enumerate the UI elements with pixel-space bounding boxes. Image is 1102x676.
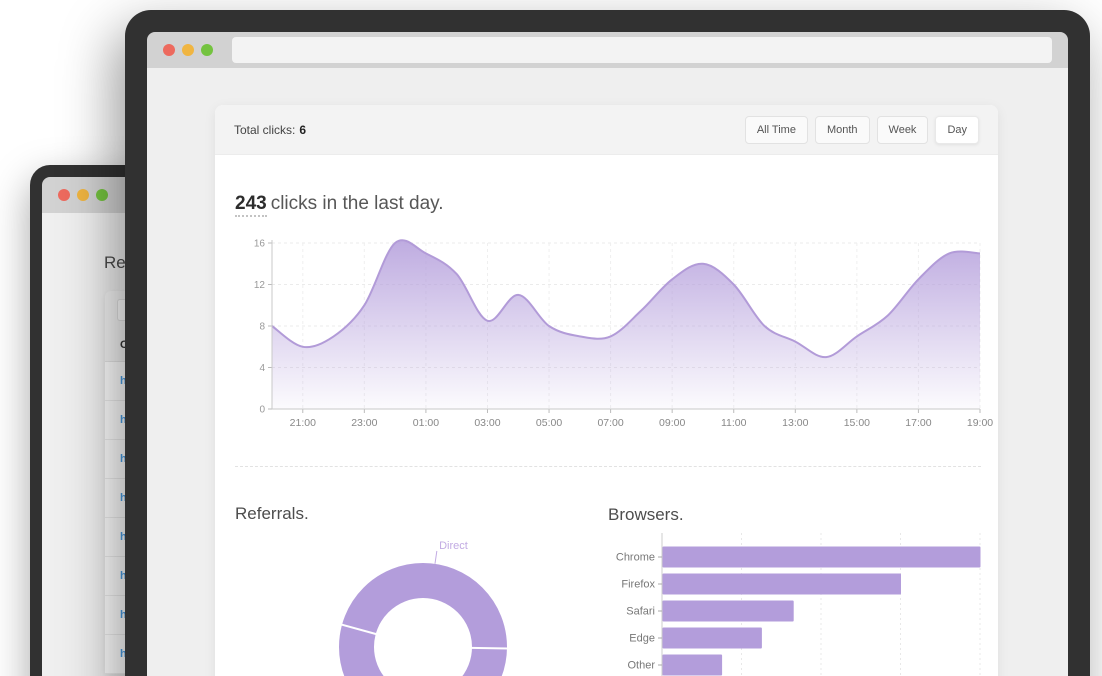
minimize-button[interactable] xyxy=(77,189,89,201)
browsers-bar-chart: Chrome Firefox Safari Edge Other xyxy=(598,517,998,676)
svg-text:Other: Other xyxy=(627,660,655,672)
total-clicks-value: 6 xyxy=(299,123,306,137)
svg-text:4: 4 xyxy=(259,363,265,374)
total-clicks-label: Total clicks: xyxy=(234,123,295,137)
svg-text:11:00: 11:00 xyxy=(721,417,747,429)
headline: 243clicks in the last day. xyxy=(235,193,444,215)
close-button[interactable] xyxy=(163,44,175,56)
headline-text: clicks in the last day. xyxy=(271,193,444,214)
front-titlebar xyxy=(147,32,1068,68)
svg-text:07:00: 07:00 xyxy=(597,417,623,429)
filter-button-all-time[interactable]: All Time xyxy=(745,116,808,144)
svg-text:13:00: 13:00 xyxy=(782,417,808,429)
bar-edge xyxy=(663,628,762,649)
bar-chrome xyxy=(663,547,981,568)
total-clicks: Total clicks: 6 xyxy=(234,123,306,137)
stats-card-header: Total clicks: 6 All TimeMonthWeekDay xyxy=(215,105,998,155)
svg-text:17:00: 17:00 xyxy=(905,417,931,429)
donut-ring xyxy=(357,581,490,676)
svg-text:21:00: 21:00 xyxy=(290,417,316,429)
bar-other xyxy=(663,655,723,676)
maximize-button[interactable] xyxy=(96,189,108,201)
svg-text:15:00: 15:00 xyxy=(844,417,870,429)
svg-text:12: 12 xyxy=(254,280,266,291)
close-button[interactable] xyxy=(58,189,70,201)
svg-text:Chrome: Chrome xyxy=(616,552,655,564)
svg-text:19:00: 19:00 xyxy=(967,417,993,429)
svg-text:03:00: 03:00 xyxy=(474,417,500,429)
filter-button-month[interactable]: Month xyxy=(815,116,870,144)
bar-firefox xyxy=(663,574,902,595)
donut-label-direct: Direct xyxy=(439,540,468,552)
svg-text:0: 0 xyxy=(259,405,265,416)
headline-number: 243 xyxy=(235,193,267,217)
filter-button-day[interactable]: Day xyxy=(935,116,979,144)
maximize-button[interactable] xyxy=(201,44,213,56)
svg-text:09:00: 09:00 xyxy=(659,417,685,429)
referrals-donut-chart: Direct xyxy=(315,528,535,676)
url-bar[interactable] xyxy=(232,37,1052,63)
front-browser-window: Total clicks: 6 All TimeMonthWeekDay 243c… xyxy=(125,10,1090,676)
clicks-area-chart: 0 4 8 12 16 21:00 23:00 01:00 03:00 05:00 07:00 09:… xyxy=(235,236,995,441)
referrals-title: Referrals. xyxy=(235,504,309,524)
svg-text:16: 16 xyxy=(254,239,266,250)
svg-text:Firefox: Firefox xyxy=(621,579,655,591)
svg-text:05:00: 05:00 xyxy=(536,417,562,429)
stats-card: Total clicks: 6 All TimeMonthWeekDay 243c… xyxy=(215,105,998,676)
filter-buttons: All TimeMonthWeekDay xyxy=(745,116,979,144)
minimize-button[interactable] xyxy=(182,44,194,56)
svg-text:Edge: Edge xyxy=(629,633,655,645)
bar-safari xyxy=(663,601,794,622)
dashboard-page: Total clicks: 6 All TimeMonthWeekDay 243c… xyxy=(147,68,1068,676)
svg-text:01:00: 01:00 xyxy=(413,417,439,429)
section-divider xyxy=(235,466,981,467)
svg-text:23:00: 23:00 xyxy=(351,417,377,429)
svg-text:Safari: Safari xyxy=(626,606,655,618)
filter-button-week[interactable]: Week xyxy=(877,116,929,144)
svg-text:8: 8 xyxy=(259,322,265,333)
